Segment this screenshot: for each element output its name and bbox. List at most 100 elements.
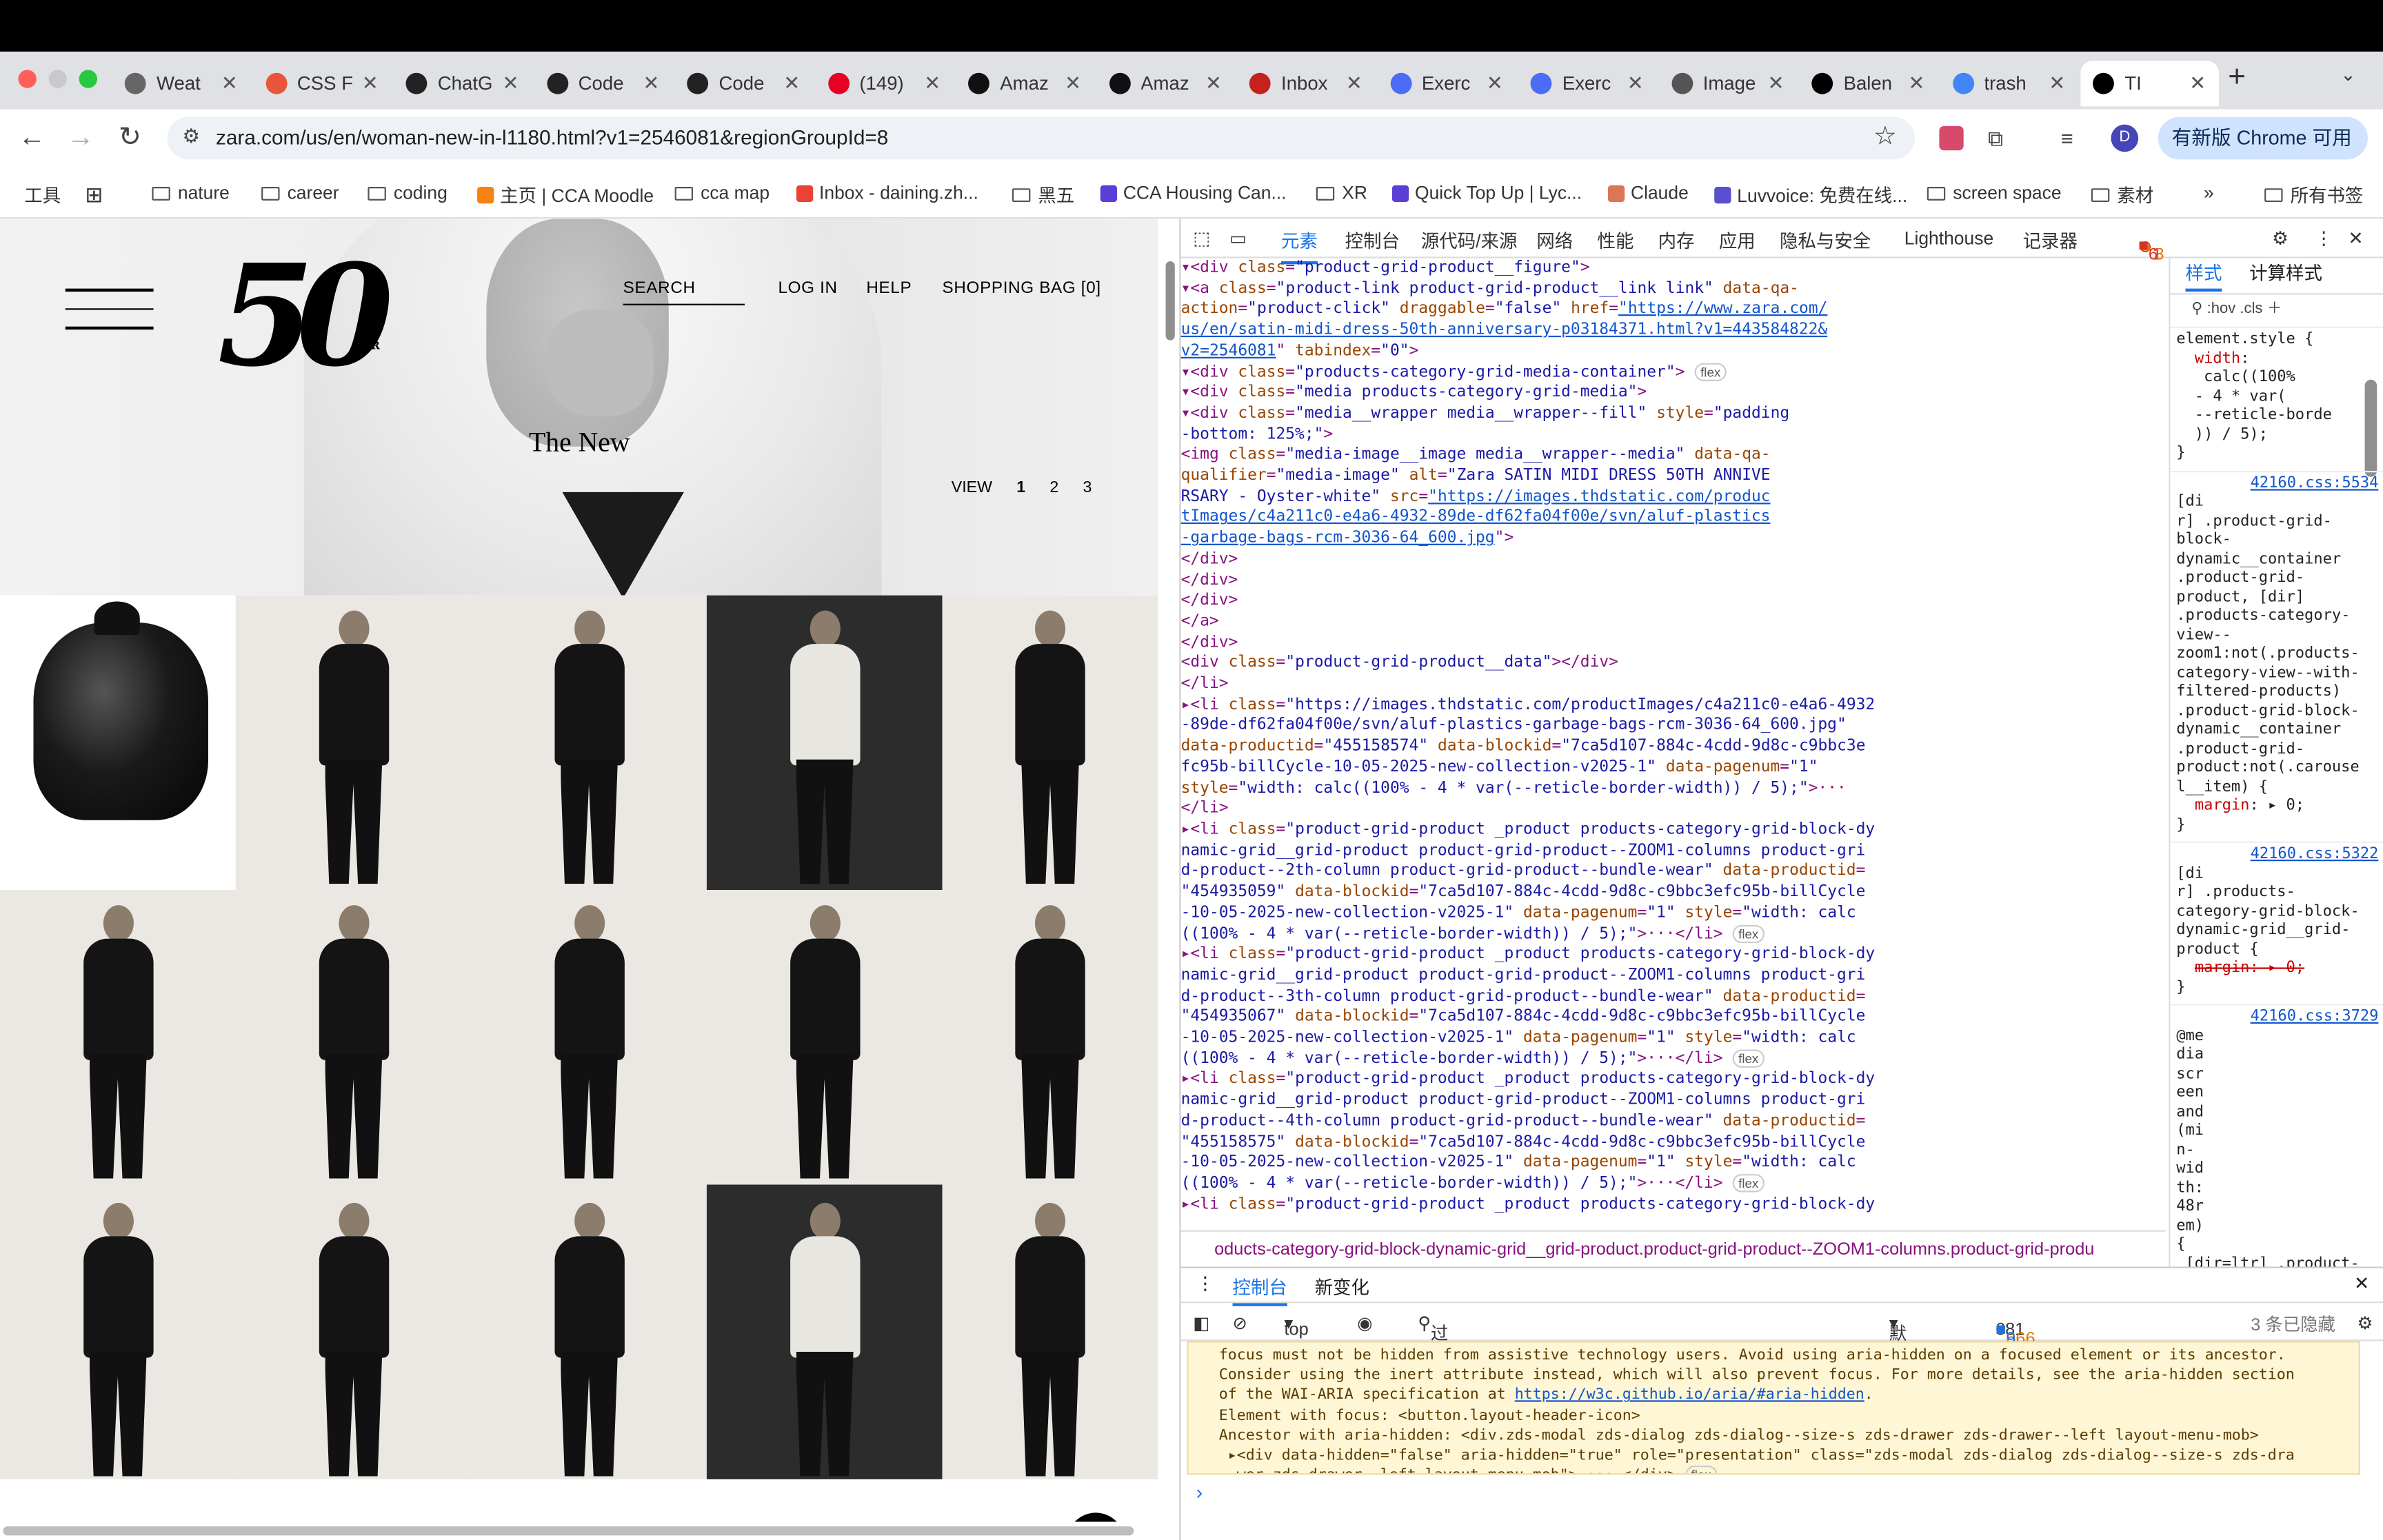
- dom-node-line[interactable]: action="product-click" draggable="false"…: [1181, 300, 2154, 321]
- dom-node-line[interactable]: d-product--2th-column product-grid-produ…: [1181, 862, 2154, 882]
- css-rule[interactable]: 42160.css:5534 [di r] .product-grid-block-…: [2170, 472, 2383, 843]
- product-card[interactable]: [0, 595, 236, 891]
- dom-node-line[interactable]: ▸<li class="https://images.thdstatic.com…: [1181, 696, 2154, 716]
- dom-node-line[interactable]: -garbage-bags-rcm-3036-64_600.jpg">: [1181, 529, 2154, 549]
- drawer-close-icon[interactable]: ✕: [2354, 1273, 2369, 1294]
- dom-node-line[interactable]: </div>: [1181, 633, 2154, 654]
- tab-memory[interactable]: 内存: [1658, 227, 1695, 253]
- media-control-icon[interactable]: ≡: [2061, 126, 2073, 150]
- tab-close-icon[interactable]: ✕: [221, 72, 238, 96]
- zara-logo[interactable]: 50 ZR: [217, 240, 394, 392]
- product-card[interactable]: [471, 890, 707, 1185]
- drawer-menu-icon[interactable]: ⋮: [1196, 1273, 1214, 1294]
- page-scrollbar[interactable]: [1163, 219, 1178, 1534]
- element-style-rule[interactable]: element.style { width: calc((100% - 4 * …: [2170, 328, 2383, 472]
- bookmark-item[interactable]: Quick Top Up | Lyc...: [1391, 182, 1582, 203]
- dom-node-line[interactable]: -89de-df62fa04f00e/svn/aluf-plastics-gar…: [1181, 716, 2154, 737]
- dom-node-line[interactable]: -10-05-2025-new-collection-v2025-1" data…: [1181, 1029, 2154, 1049]
- sidebar-toggle-icon[interactable]: ◧: [1193, 1313, 1209, 1333]
- product-card[interactable]: [942, 595, 1158, 891]
- dom-node-line[interactable]: style="width: calc((100% - 4 * var(--ret…: [1181, 778, 2154, 799]
- page-horizontal-scrollbar[interactable]: [0, 1521, 1158, 1540]
- bookmark-star-icon[interactable]: ☆: [1873, 121, 1897, 152]
- dom-node-line[interactable]: ▸<li class="product-grid-product _produc…: [1181, 945, 2154, 966]
- dom-node-line[interactable]: ▾<div class="media products-category-gri…: [1181, 383, 2154, 404]
- dom-node-line[interactable]: namic-grid__grid-product product-grid-pr…: [1181, 966, 2154, 986]
- shopping-bag-link[interactable]: SHOPPING BAG [0]: [943, 279, 1101, 297]
- inspect-icon[interactable]: ⬚: [1193, 227, 1210, 249]
- dom-node-line[interactable]: us/en/satin-midi-dress-50th-anniversary-…: [1181, 321, 2154, 341]
- dom-node-line[interactable]: </div>: [1181, 591, 2154, 612]
- extensions-icon[interactable]: ⧉: [1988, 126, 2003, 152]
- console-settings-icon[interactable]: ⚙: [2357, 1313, 2373, 1333]
- minimize-window-button[interactable]: [48, 70, 67, 88]
- dom-node-line[interactable]: ((100% - 4 * var(--reticle-border-width)…: [1181, 1173, 2154, 1195]
- browser-tab[interactable]: Exerc ✕: [1518, 61, 1656, 106]
- device-toolbar-icon[interactable]: ▭: [1229, 227, 1247, 249]
- tab-close-icon[interactable]: ✕: [1346, 72, 1363, 96]
- tab-close-icon[interactable]: ✕: [783, 72, 800, 96]
- product-card[interactable]: [706, 1184, 943, 1479]
- menu-hamburger-icon[interactable]: [65, 288, 154, 346]
- url-text[interactable]: zara.com/us/en/woman-new-in-l1180.html?v…: [216, 126, 888, 149]
- browser-tab[interactable]: Balen ✕: [1800, 61, 1937, 106]
- css-rule[interactable]: 42160.css:3729 @me dia scr een and (mi n-wid th:…: [2170, 1006, 2383, 1267]
- dom-node-line[interactable]: qualifier="media-image" alt="Zara SATIN …: [1181, 466, 2154, 487]
- tab-styles[interactable]: 样式: [2185, 263, 2222, 292]
- tab-close-icon[interactable]: ✕: [1065, 72, 1081, 96]
- apps-grid-icon[interactable]: ⊞: [85, 182, 103, 207]
- product-card[interactable]: [706, 890, 943, 1185]
- dom-node-line[interactable]: ▾<div class="media__wrapper media__wrapp…: [1181, 404, 2154, 425]
- bookmark-item[interactable]: 素材: [2091, 182, 2153, 207]
- product-card[interactable]: [0, 890, 236, 1185]
- dom-node-line[interactable]: ▸<li class="product-grid-product _produc…: [1181, 820, 2154, 841]
- tab-sources[interactable]: 源代码/来源: [1421, 227, 1518, 253]
- dom-node-line[interactable]: </a>: [1181, 612, 2154, 633]
- close-window-button[interactable]: [18, 70, 37, 88]
- tab-close-icon[interactable]: ✕: [1768, 72, 1784, 96]
- log-level-select[interactable]: 默认级别 ▾: [1889, 1313, 1907, 1417]
- context-select[interactable]: top ▾: [1284, 1313, 1308, 1339]
- dom-node-line[interactable]: v2=2546081" tabindex="0">: [1181, 341, 2154, 362]
- view-option-3[interactable]: 3: [1083, 478, 1092, 496]
- browser-tab[interactable]: ChatG ✕: [394, 61, 531, 106]
- dom-node-line[interactable]: </li>: [1181, 674, 2154, 695]
- view-option-2[interactable]: 2: [1049, 478, 1058, 496]
- tab-privacy[interactable]: 隐私与安全: [1780, 227, 1871, 253]
- dom-tree[interactable]: ▾<div class="product-grid-product__figur…: [1181, 259, 2154, 1230]
- bookmark-item[interactable]: nature: [152, 182, 230, 203]
- dom-node-line[interactable]: ▾<a class="product-link product-grid-pro…: [1181, 279, 2154, 300]
- dom-breadcrumb[interactable]: oducts-category-grid-block-dynamic-grid_…: [1180, 1230, 2166, 1267]
- console-prompt[interactable]: ›: [1196, 1481, 1203, 1503]
- css-rule[interactable]: 42160.css:5322 [di r] .products-category-g…: [2170, 843, 2383, 1006]
- dom-node-line[interactable]: -10-05-2025-new-collection-v2025-1" data…: [1181, 903, 2154, 924]
- bookmark-item[interactable]: CCA Housing Can...: [1100, 182, 1287, 203]
- product-card[interactable]: [471, 1184, 707, 1479]
- browser-tab[interactable]: Amaz ✕: [1096, 61, 1234, 106]
- dom-node-line[interactable]: -bottom: 125%;">: [1181, 425, 2154, 445]
- tab-close-icon[interactable]: ✕: [362, 72, 379, 96]
- tab-close-icon[interactable]: ✕: [643, 72, 660, 96]
- devtools-close-icon[interactable]: ✕: [2348, 227, 2363, 249]
- maximize-window-button[interactable]: [79, 70, 98, 88]
- dom-node-line[interactable]: d-product--3th-column product-grid-produ…: [1181, 986, 2154, 1007]
- dom-node-line[interactable]: ((100% - 4 * var(--reticle-border-width)…: [1181, 1048, 2154, 1070]
- product-card[interactable]: [942, 1184, 1158, 1479]
- bookmark-item[interactable]: screen space: [1927, 182, 2062, 203]
- bookmark-item[interactable]: cca map: [674, 182, 770, 203]
- help-link[interactable]: HELP: [866, 279, 912, 297]
- dom-node-line[interactable]: fc95b-billCycle-10-05-2025-new-collectio…: [1181, 758, 2154, 778]
- bookmark-item[interactable]: Inbox - daining.zh...: [796, 182, 978, 203]
- dom-node-line[interactable]: "455158575" data-blockid="7ca5d107-884c-…: [1181, 1133, 2154, 1153]
- tab-performance[interactable]: 性能: [1598, 227, 1634, 253]
- dom-node-line[interactable]: "454935067" data-blockid="7ca5d107-884c-…: [1181, 1007, 2154, 1028]
- bookmark-item[interactable]: 黑五: [1012, 182, 1074, 207]
- product-card[interactable]: [942, 890, 1158, 1185]
- login-link[interactable]: LOG IN: [778, 279, 837, 297]
- tab-lighthouse[interactable]: Lighthouse: [1904, 227, 1993, 249]
- tab-recorder[interactable]: 记录器: [2023, 227, 2078, 253]
- bookmark-item[interactable]: Claude: [1607, 182, 1689, 203]
- browser-tab[interactable]: (149) ✕: [815, 61, 952, 106]
- tab-network[interactable]: 网络: [1536, 227, 1573, 253]
- translate-extension-icon[interactable]: [1939, 125, 1964, 151]
